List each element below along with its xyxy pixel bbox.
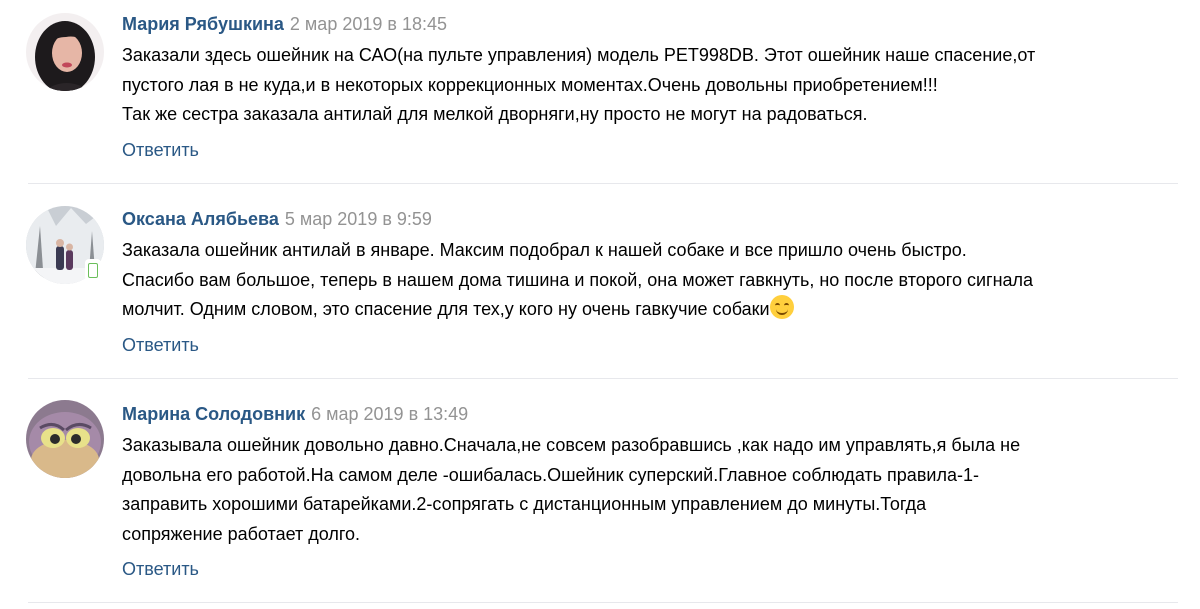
comment-text: Заказала ошейник антилай в январе. Макси… — [122, 236, 1182, 325]
comment-text-line: Спасибо вам большое, теперь в нашем дома… — [122, 269, 1034, 290]
comment-divider — [28, 183, 1178, 184]
reply-button[interactable]: Ответить — [122, 333, 199, 357]
comment-text-line: Заказывала ошейник довольно давно.Сначал… — [122, 435, 1021, 455]
comment-text-line: пустого лая в не куда,и в некоторых корр… — [122, 74, 938, 95]
author-name[interactable]: Мария Рябушкина — [122, 14, 284, 34]
reply-button[interactable]: Ответить — [122, 138, 199, 162]
comment-text-line: Заказали здесь ошейник на САО(на пульте … — [122, 45, 1036, 65]
comment-text: Заказывала ошейник довольно давно.Сначал… — [122, 431, 1182, 549]
comment-text-segment: молчит. Одним словом, это спасение для т… — [122, 299, 770, 319]
smiling-face-icon — [769, 295, 794, 319]
comment-text-line: молчит. Одним словом, это спасение для т… — [122, 295, 1182, 325]
comment-text-line: заправить хорошими батарейками.2-сопряга… — [122, 494, 927, 514]
comment-text: Заказали здесь ошейник на САО(на пульте … — [122, 41, 1182, 130]
comment-header: Оксана Алябьева 5 мар 2019 в 9:59 — [122, 207, 432, 231]
mobile-phone-icon — [85, 259, 101, 281]
comment-text-line: сопряжение работает долго. — [122, 523, 361, 544]
reply-button[interactable]: Ответить — [122, 557, 199, 581]
avatar[interactable] — [26, 13, 104, 91]
comment-date[interactable]: 2 мар 2019 в 18:45 — [290, 14, 447, 34]
comment-text-line: Так же сестра заказала антилай для мелко… — [122, 104, 868, 124]
comment-header: Марина Солодовник 6 мар 2019 в 13:49 — [122, 402, 468, 426]
comment-header: Мария Рябушкина 2 мар 2019 в 18:45 — [122, 12, 447, 36]
author-name[interactable]: Оксана Алябьева — [122, 209, 279, 229]
comment-text-line: довольна его работой.На самом деле -ошиб… — [122, 464, 979, 485]
comment-date[interactable]: 5 мар 2019 в 9:59 — [285, 209, 432, 229]
author-name[interactable]: Марина Солодовник — [122, 404, 305, 424]
avatar[interactable] — [26, 400, 104, 478]
comment-date[interactable]: 6 мар 2019 в 13:49 — [311, 404, 468, 424]
comment-divider — [28, 378, 1178, 379]
comment-divider — [28, 602, 1178, 603]
comment-text-line: Заказала ошейник антилай в январе. Макси… — [122, 240, 967, 260]
